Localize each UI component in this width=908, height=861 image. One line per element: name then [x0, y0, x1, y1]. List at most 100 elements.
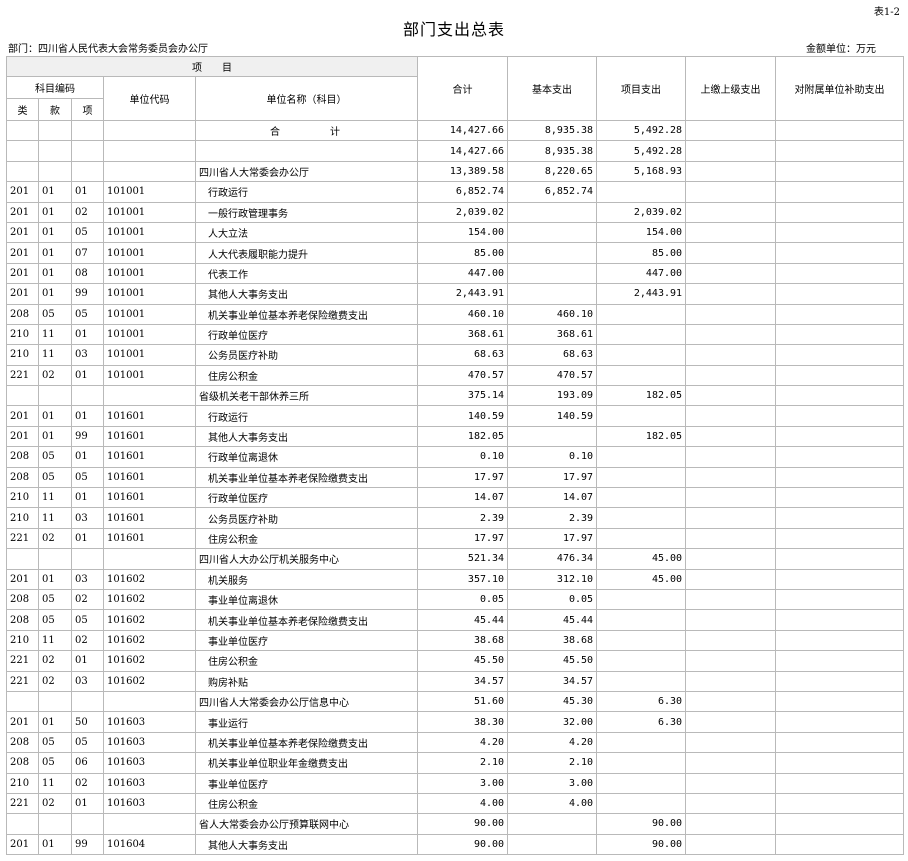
upper-level-cell — [685, 527, 777, 550]
xiang-cell: 01 — [71, 364, 104, 387]
unit-code-cell: 101602 — [103, 568, 196, 590]
lei-cell: 201 — [6, 201, 39, 223]
project-expense-cell — [596, 772, 687, 794]
xiang-cell: 99 — [71, 283, 104, 305]
table-row: 208 05 05 101001 机关事业单位基本养老保险缴费支出 460.10 460.1… — [6, 303, 905, 325]
upper-level-cell — [685, 833, 777, 856]
page-title: 部门支出总表 — [402, 20, 505, 39]
table-row: 221 02 01 101001 住房公积金 470.57 470.57 — [6, 364, 905, 387]
table-row: 210 11 02 101602 事业单位医疗 38.68 38.68 — [6, 629, 905, 652]
upper-level-cell — [685, 201, 777, 223]
unit-name-cell: 其他人大事务支出 — [194, 833, 419, 856]
upper-level-cell — [685, 792, 777, 815]
kuan-cell: 01 — [38, 181, 72, 203]
subsidy-cell — [775, 303, 905, 325]
subsidy-cell — [775, 568, 905, 590]
xiang-cell: 05 — [71, 221, 104, 244]
basic-expense-cell: 8,935.38 — [507, 119, 598, 142]
lei-cell: 208 — [6, 588, 39, 611]
lei-cell: 201 — [6, 181, 39, 203]
upper-level-cell — [685, 303, 777, 325]
unit-code-cell: 101602 — [103, 650, 196, 672]
upper-level-cell — [685, 507, 777, 529]
table-row: 210 11 03 101601 公务员医疗补助 2.39 2.39 — [6, 507, 905, 529]
unit-code-cell: 101001 — [103, 364, 196, 387]
kuan-cell: 05 — [38, 588, 72, 611]
xiang-cell — [71, 160, 104, 183]
basic-expense-cell: 68.63 — [507, 344, 598, 366]
xiang-cell: 01 — [71, 446, 104, 468]
total-cell: 470.57 — [417, 364, 509, 387]
total-cell: 45.44 — [417, 609, 509, 631]
kuan-cell — [38, 160, 72, 183]
upper-level-cell — [685, 262, 777, 285]
table-row: 201 01 08 101001 代表工作 447.00 447.00 — [6, 262, 905, 285]
upper-level-cell — [685, 609, 777, 631]
total-cell: 85.00 — [417, 242, 509, 264]
basic-expense-cell — [507, 242, 598, 264]
unit-code-cell — [103, 385, 196, 407]
unit-name-cell: 其他人大事务支出 — [194, 283, 419, 305]
project-expense-cell: 154.00 — [596, 221, 687, 244]
total-cell: 14,427.66 — [417, 140, 509, 162]
subsidy-cell — [775, 364, 905, 387]
kuan-cell: 02 — [38, 670, 72, 692]
unit-name-cell: 事业运行 — [194, 711, 419, 733]
table-body: 合 计 14,427.66 8,935.38 5,492.28 14,427.66 8,9… — [6, 119, 905, 856]
xiang-cell — [71, 690, 104, 713]
lei-cell: 210 — [6, 344, 39, 366]
subsidy-cell — [775, 548, 905, 570]
subsidy-cell — [775, 813, 905, 835]
basic-expense-cell — [507, 221, 598, 244]
table-row: 210 11 03 101001 公务员医疗补助 68.63 68.63 — [6, 344, 905, 366]
unit-code-cell: 101603 — [103, 772, 196, 794]
upper-level-cell — [685, 405, 777, 427]
table-row: 208 05 01 101601 行政单位离退休 0.10 0.10 — [6, 446, 905, 468]
lei-cell: 210 — [6, 629, 39, 652]
kuan-cell — [38, 690, 72, 713]
project-expense-cell — [596, 507, 687, 529]
subsidy-cell — [775, 283, 905, 305]
lei-cell: 221 — [6, 670, 39, 692]
table-row: 201 01 50 101603 事业运行 38.30 32.00 6.30 — [6, 711, 905, 733]
total-header: 合计 — [417, 56, 509, 121]
table-row: 208 05 06 101603 机关事业单位职业年金缴费支出 2.10 2.10 — [6, 752, 905, 774]
kuan-cell: 05 — [38, 446, 72, 468]
subsidy-cell — [775, 690, 905, 713]
total-cell: 51.60 — [417, 690, 509, 713]
lei-cell: 208 — [6, 466, 39, 489]
upper-level-cell — [685, 181, 777, 203]
basic-expense-cell: 6,852.74 — [507, 181, 598, 203]
basic-expense-cell — [507, 201, 598, 223]
project-expense-cell: 182.05 — [596, 385, 687, 407]
unit-name-header: 单位名称（科目） — [194, 76, 419, 121]
unit-name-cell: 住房公积金 — [194, 650, 419, 672]
unit-name-cell: 行政单位医疗 — [194, 323, 419, 346]
project-expense-cell — [596, 752, 687, 774]
unit-name-cell: 购房补贴 — [194, 670, 419, 692]
basic-expense-cell: 2.39 — [507, 507, 598, 529]
subsidy-cell — [775, 792, 905, 815]
kuan-cell — [38, 119, 72, 142]
xiang-cell: 01 — [71, 792, 104, 815]
subsidy-cell — [775, 181, 905, 203]
kuan-cell: 01 — [38, 262, 72, 285]
subsidy-header: 对附属单位补助支出 — [775, 56, 905, 121]
project-expense-cell: 45.00 — [596, 568, 687, 590]
unit-code-cell: 101602 — [103, 670, 196, 692]
basic-expense-cell: 476.34 — [507, 548, 598, 570]
unit-name-cell — [194, 140, 419, 162]
subsidy-cell — [775, 772, 905, 794]
table-row: 省级机关老干部休养三所 375.14 193.09 182.05 — [6, 385, 905, 407]
lei-cell — [6, 690, 39, 713]
unit-code-cell — [103, 690, 196, 713]
lei-cell: 221 — [6, 650, 39, 672]
total-cell: 14,427.66 — [417, 119, 509, 142]
upper-level-cell — [685, 160, 777, 183]
basic-expense-cell — [507, 262, 598, 285]
xiang-cell: 02 — [71, 629, 104, 652]
total-cell: 6,852.74 — [417, 181, 509, 203]
subsidy-cell — [775, 507, 905, 529]
kuan-cell: 05 — [38, 609, 72, 631]
basic-expense-cell: 45.50 — [507, 650, 598, 672]
